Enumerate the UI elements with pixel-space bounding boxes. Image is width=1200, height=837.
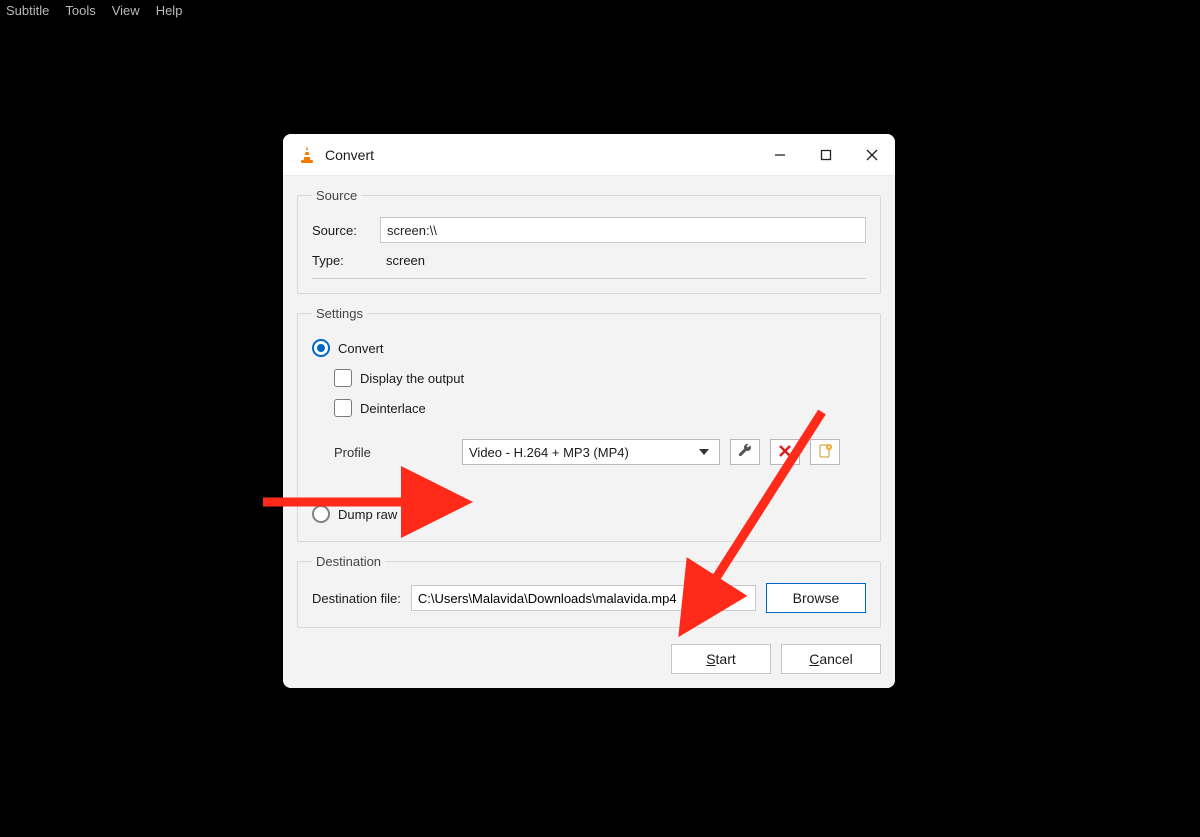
cancel-button[interactable]: Cancel — [781, 644, 881, 674]
new-doc-icon — [817, 443, 833, 462]
destination-file-input[interactable] — [411, 585, 756, 611]
maximize-button[interactable] — [803, 134, 849, 175]
menu-subtitle[interactable]: Subtitle — [6, 3, 49, 18]
profile-combobox[interactable]: Video - H.264 + MP3 (MP4) — [462, 439, 720, 465]
x-red-icon — [778, 444, 792, 461]
display-output-label: Display the output — [360, 371, 464, 386]
edit-profile-button[interactable] — [730, 439, 760, 465]
convert-radio[interactable] — [312, 339, 330, 357]
menu-tools[interactable]: Tools — [65, 3, 95, 18]
app-menubar: Subtitle Tools View Help — [0, 0, 188, 20]
dialog-footer: Start Cancel — [297, 640, 881, 674]
wrench-icon — [737, 443, 753, 462]
start-button[interactable]: Start — [671, 644, 771, 674]
menu-help[interactable]: Help — [156, 3, 183, 18]
chevron-down-icon — [695, 449, 713, 455]
menu-view[interactable]: View — [112, 3, 140, 18]
settings-legend: Settings — [312, 306, 367, 321]
minimize-button[interactable] — [757, 134, 803, 175]
delete-profile-button[interactable] — [770, 439, 800, 465]
titlebar: Convert — [283, 134, 895, 176]
convert-radio-label: Convert — [338, 341, 384, 356]
convert-dialog: Convert Source Source: Type: screen — [283, 134, 895, 688]
profile-label: Profile — [334, 445, 452, 460]
vlc-cone-icon — [297, 145, 317, 165]
destination-legend: Destination — [312, 554, 385, 569]
destination-file-label: Destination file: — [312, 591, 401, 606]
new-profile-button[interactable] — [810, 439, 840, 465]
browse-button[interactable]: Browse — [766, 583, 866, 613]
dialog-title: Convert — [325, 147, 757, 163]
profile-value: Video - H.264 + MP3 (MP4) — [469, 445, 695, 460]
type-value: screen — [380, 249, 866, 272]
deinterlace-checkbox[interactable] — [334, 399, 352, 417]
destination-group: Destination Destination file: Browse — [297, 554, 881, 628]
source-legend: Source — [312, 188, 361, 203]
type-label: Type: — [312, 253, 370, 268]
dump-raw-label: Dump raw input — [338, 507, 429, 522]
settings-group: Settings Convert Display the output Dein… — [297, 306, 881, 542]
display-output-checkbox[interactable] — [334, 369, 352, 387]
source-input[interactable] — [380, 217, 866, 243]
deinterlace-label: Deinterlace — [360, 401, 426, 416]
close-button[interactable] — [849, 134, 895, 175]
source-group: Source Source: Type: screen — [297, 188, 881, 294]
dump-raw-radio[interactable] — [312, 505, 330, 523]
source-separator — [312, 278, 866, 279]
source-label: Source: — [312, 223, 370, 238]
